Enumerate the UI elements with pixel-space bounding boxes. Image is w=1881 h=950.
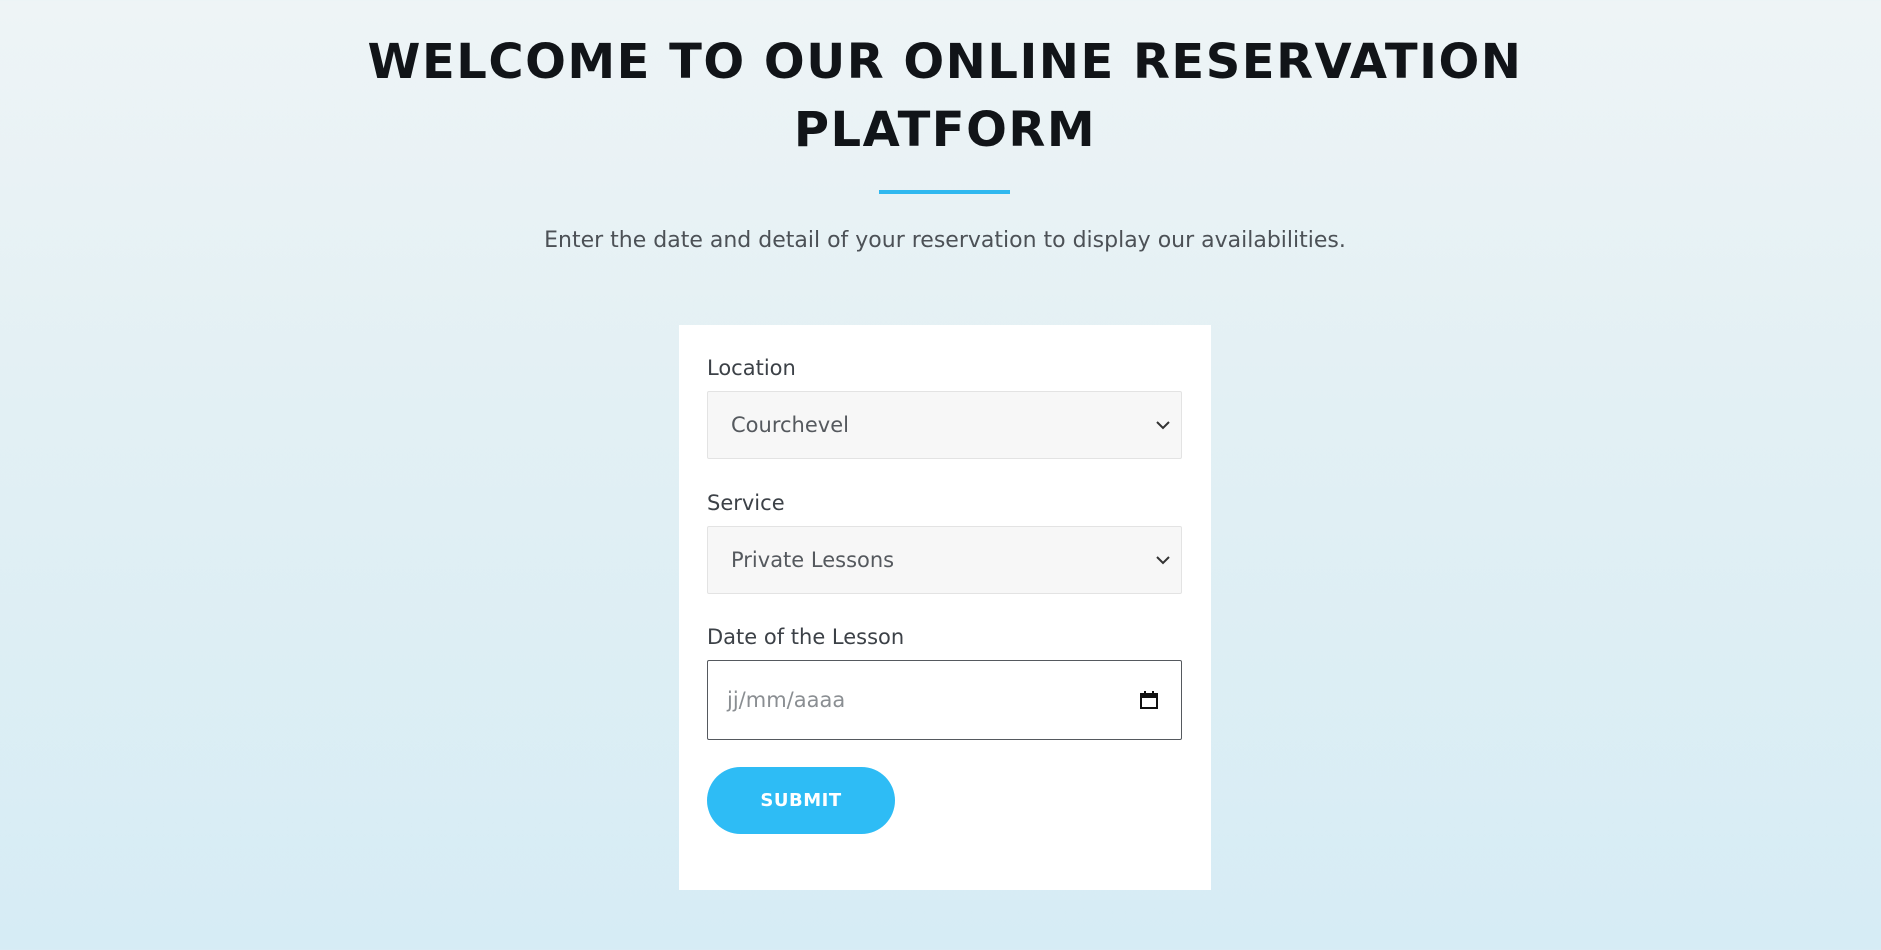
service-select-value: Private Lessons [731, 548, 895, 572]
reservation-form-card: Location Courchevel Service Private Less… [679, 325, 1211, 890]
page-subtitle: Enter the date and detail of your reserv… [544, 228, 1346, 253]
page-title-line-1: WELCOME TO OUR ONLINE RESERVATION [367, 34, 1523, 90]
service-select[interactable]: Private Lessons [707, 526, 1182, 594]
date-placeholder: jj/mm/aaaa [727, 688, 846, 712]
page-title-line-2: PLATFORM [793, 102, 1097, 158]
location-label: Location [707, 356, 796, 380]
chevron-down-icon [1156, 421, 1170, 430]
location-select[interactable]: Courchevel [707, 391, 1182, 459]
lesson-date-input[interactable]: jj/mm/aaaa [707, 660, 1182, 740]
location-select-value: Courchevel [731, 413, 849, 437]
service-label: Service [707, 491, 785, 515]
submit-button[interactable]: SUBMIT [707, 767, 895, 834]
title-divider [879, 190, 1010, 194]
chevron-down-icon [1156, 556, 1170, 565]
page-title: WELCOME TO OUR ONLINE RESERVATION PLATFO… [0, 28, 1881, 164]
date-label: Date of the Lesson [707, 625, 905, 649]
calendar-icon[interactable] [1139, 690, 1159, 710]
